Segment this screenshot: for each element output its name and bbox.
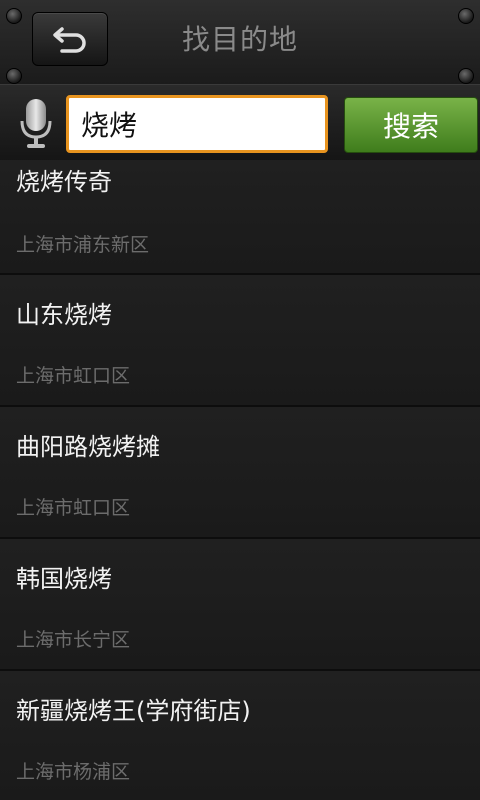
item-name: 山东烧烤 — [16, 301, 112, 329]
item-name: 曲阳路烧烤摊 — [16, 433, 160, 461]
search-input[interactable] — [66, 95, 328, 153]
screen: 找目的地 搜索 烧烤传奇 上海市浦东新区 山东烧烤 上海市虹口区 — [0, 0, 480, 800]
item-name: 韩国烧烤 — [16, 565, 112, 593]
list-item[interactable]: 韩国烧烤 上海市长宁区 — [0, 539, 480, 671]
list-item[interactable]: 烧烤传奇 上海市浦东新区 — [0, 160, 480, 275]
search-bar: 搜索 — [0, 84, 480, 161]
results-list: 烧烤传奇 上海市浦东新区 山东烧烤 上海市虹口区 曲阳路烧烤摊 上海市虹口区 韩… — [0, 160, 480, 800]
page-title: 找目的地 — [181, 23, 298, 56]
screw-decoration — [6, 68, 22, 84]
item-name: 新疆烧烤王(学府街店) — [16, 697, 251, 725]
microphone-icon[interactable] — [18, 97, 54, 151]
item-district: 上海市浦东新区 — [16, 234, 150, 256]
list-item[interactable]: 山东烧烤 上海市虹口区 — [0, 275, 480, 407]
item-district: 上海市虹口区 — [16, 497, 131, 519]
item-district: 上海市虹口区 — [16, 365, 131, 387]
item-district: 上海市长宁区 — [16, 629, 131, 651]
item-district: 上海市杨浦区 — [16, 761, 131, 783]
list-item[interactable]: 新疆烧烤王(学府街店) 上海市杨浦区 — [0, 671, 480, 800]
title-bar: 找目的地 — [0, 0, 480, 85]
search-button[interactable]: 搜索 — [344, 97, 478, 153]
item-name: 烧烤传奇 — [16, 168, 112, 196]
screw-decoration — [458, 68, 474, 84]
list-item[interactable]: 曲阳路烧烤摊 上海市虹口区 — [0, 407, 480, 539]
